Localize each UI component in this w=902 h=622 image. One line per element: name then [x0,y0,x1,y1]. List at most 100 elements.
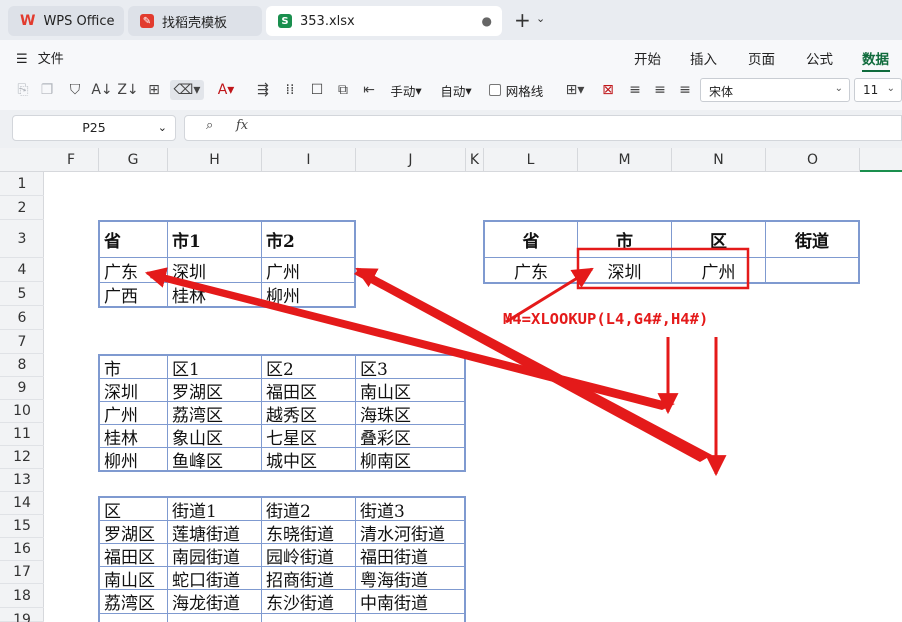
align-left-icon[interactable]: ≡ [626,80,644,100]
row-header-14[interactable]: 14 [0,492,44,515]
cell-o3[interactable]: 街道 [766,222,858,257]
cell-i9[interactable]: 福田区 [262,379,355,402]
split-column-icon[interactable]: ⇶ [254,80,272,100]
chevron-down-icon[interactable]: ⌄ [536,12,545,25]
column-header-j[interactable]: J [356,148,466,172]
cell-n3[interactable]: 区 [672,222,765,257]
filter-icon[interactable]: ⛉ [66,80,84,100]
cell-g4[interactable]: 广东 [100,258,167,283]
font-size-select[interactable]: 11 ⌄ [854,78,902,102]
cell-g11[interactable]: 桂林 [100,425,167,448]
tab-data[interactable]: 数据 [862,48,889,68]
sort-ascending-icon[interactable]: A↓ [91,80,112,100]
row-header-18[interactable]: 18 [0,584,44,608]
auto-calc-button[interactable]: 自动 ▾ [436,80,476,100]
tab-wps-office[interactable]: W WPS Office [8,6,124,36]
row-header-12[interactable]: 12 [0,446,44,469]
name-box[interactable]: P25 ⌄ [12,115,176,141]
cell-h11[interactable]: 象山区 [168,425,261,448]
tab-home[interactable]: 开始 [634,48,661,68]
cell-i4[interactable]: 广州 [262,258,354,283]
consolidate-icon[interactable]: ⧉ [334,80,352,100]
column-header-f[interactable]: F [44,148,99,172]
cell-g15[interactable]: 罗湖区 [100,521,167,544]
unsaved-dot-icon[interactable]: ● [482,14,492,28]
gridlines-toggle[interactable]: 网格线 [488,80,544,100]
column-header-g[interactable]: G [99,148,168,172]
copy-icon[interactable]: ❐ [38,80,56,100]
cell-h8[interactable]: 区1 [168,356,261,379]
cell-i5[interactable]: 柳州 [262,283,354,306]
cell-g14[interactable]: 区 [100,498,167,521]
cell-j18[interactable]: 中南街道 [356,590,464,613]
cell-g17[interactable]: 南山区 [100,567,167,590]
paste-icon[interactable]: ⎘ [14,80,32,100]
cell-i14[interactable]: 街道2 [262,498,355,521]
row-header-13[interactable]: 13 [0,469,44,492]
border-icon[interactable]: ⊞▾ [560,80,590,100]
row-header-8[interactable]: 8 [0,354,44,377]
cell-g10[interactable]: 广州 [100,402,167,425]
row-header-3[interactable]: 3 [0,220,44,258]
column-header-l[interactable]: L [484,148,578,172]
row-header-5[interactable]: 5 [0,282,44,306]
row-header-4[interactable]: 4 [0,258,44,282]
cell-i17[interactable]: 招商街道 [262,567,355,590]
clear-format-icon[interactable]: ⌫▾ [170,80,204,100]
cell-j17[interactable]: 粤海街道 [356,567,464,590]
cell-clear-icon[interactable]: ⊠ [598,80,618,100]
cell-h15[interactable]: 莲塘街道 [168,521,261,544]
cell-j8[interactable]: 区3 [356,356,464,379]
cell-l3[interactable]: 省 [485,222,577,257]
tab-formula[interactable]: 公式 [806,48,833,68]
column-header-n[interactable]: N [672,148,766,172]
cell-i12[interactable]: 城中区 [262,448,355,471]
cell-j11[interactable]: 叠彩区 [356,425,464,448]
cell-j14[interactable]: 街道3 [356,498,464,521]
formula-input[interactable] [184,115,902,141]
cell-h5[interactable]: 桂林 [168,283,261,306]
cell-m3[interactable]: 市 [578,222,671,257]
file-menu-button[interactable]: ☰ 文件 [16,48,64,67]
cell-h14[interactable]: 街道1 [168,498,261,521]
row-header-10[interactable]: 10 [0,400,44,423]
cell-i15[interactable]: 东晓街道 [262,521,355,544]
cell-l4[interactable]: 广东 [485,258,577,283]
column-header-m[interactable]: M [578,148,672,172]
tab-insert[interactable]: 插入 [690,48,717,68]
cell-g5[interactable]: 广西 [100,283,167,306]
column-header-i[interactable]: I [262,148,356,172]
cell-j9[interactable]: 南山区 [356,379,464,402]
manual-calc-button[interactable]: 手动 ▾ [386,80,426,100]
tab-template[interactable]: ✎ 找稻壳模板 [128,6,262,36]
cell-j16[interactable]: 福田街道 [356,544,464,567]
column-header-o[interactable]: O [766,148,860,172]
zoom-search-icon[interactable]: ⌕ [206,118,213,133]
row-header-6[interactable]: 6 [0,306,44,330]
cell-g3[interactable]: 省 [100,222,167,257]
gridlines-checkbox[interactable] [488,84,501,96]
cell-m4[interactable]: 深圳 [578,258,671,283]
new-tab-plus-icon[interactable]: + [514,8,531,32]
cell-g12[interactable]: 柳州 [100,448,167,471]
cell-i11[interactable]: 七星区 [262,425,355,448]
tab-page[interactable]: 页面 [748,48,775,68]
cell-h12[interactable]: 鱼峰区 [168,448,261,471]
row-header-11[interactable]: 11 [0,423,44,446]
row-header-2[interactable]: 2 [0,196,44,220]
cell-j12[interactable]: 柳南区 [356,448,464,471]
cell-i8[interactable]: 区2 [262,356,355,379]
row-header-9[interactable]: 9 [0,377,44,400]
row-header-15[interactable]: 15 [0,515,44,538]
duplicate-icon[interactable]: ⁞⁞ [281,80,299,100]
cell-j10[interactable]: 海珠区 [356,402,464,425]
fx-icon[interactable]: fx [236,118,248,133]
font-family-select[interactable]: 宋体 ⌄ [700,78,850,102]
cell-g16[interactable]: 福田区 [100,544,167,567]
cell-g8[interactable]: 市 [100,356,167,379]
align-right-icon[interactable]: ≡ [676,80,694,100]
cell-h3[interactable]: 市1 [168,222,261,257]
cell-i3[interactable]: 市2 [262,222,354,257]
row-header-19[interactable]: 19 [0,608,44,622]
cell-h16[interactable]: 南园街道 [168,544,261,567]
